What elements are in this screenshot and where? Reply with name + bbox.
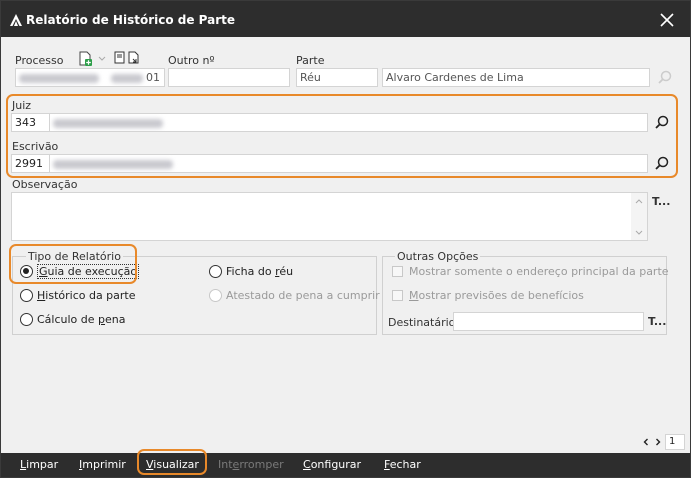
juiz-search-button[interactable] bbox=[653, 114, 671, 132]
juiz-label: Juiz bbox=[12, 99, 32, 112]
destinatario-text-button[interactable]: T... bbox=[648, 315, 666, 328]
close-icon bbox=[660, 13, 674, 27]
juiz-nome-field[interactable] bbox=[49, 113, 648, 132]
parte-tipo-field[interactable]: Réu bbox=[296, 68, 378, 87]
observacao-label: Observação bbox=[12, 178, 78, 191]
observacao-text-button[interactable]: T... bbox=[652, 195, 670, 208]
escrivao-label: Escrivão bbox=[12, 140, 59, 153]
escrivao-codigo-field[interactable]: 2991 bbox=[11, 154, 49, 173]
search-icon bbox=[655, 115, 669, 129]
checkbox-label-accel: M bbox=[409, 289, 419, 302]
escrivao-search-button[interactable] bbox=[653, 155, 671, 173]
button-label: isualizar bbox=[153, 458, 199, 471]
limpar-button[interactable]: Limpar bbox=[20, 458, 58, 471]
outro-label: Outro nº bbox=[168, 54, 215, 67]
button-label: Int bbox=[218, 458, 233, 471]
radio-label-accel: G bbox=[39, 265, 48, 278]
checkbox-icon bbox=[392, 290, 403, 301]
new-document-icon[interactable] bbox=[79, 51, 93, 66]
book-icon[interactable] bbox=[114, 51, 126, 64]
chevron-down-icon[interactable] bbox=[98, 56, 106, 62]
radio-label-accel: p bbox=[98, 313, 106, 326]
document-link-icon[interactable] bbox=[128, 51, 140, 64]
checkbox-label: ostrar previsões de benefícios bbox=[418, 289, 584, 302]
next-page-icon[interactable] bbox=[653, 437, 663, 447]
button-label-accel: C bbox=[303, 458, 311, 471]
radio-icon bbox=[20, 289, 33, 302]
radio-icon bbox=[209, 265, 222, 278]
checkbox-label: Mostrar somente o endereço principal da … bbox=[409, 265, 669, 278]
escrivao-nome-field[interactable] bbox=[49, 154, 648, 173]
prev-page-icon[interactable] bbox=[641, 437, 651, 447]
parte-label: Parte bbox=[296, 54, 325, 67]
radio-selected-icon bbox=[20, 265, 33, 278]
imprimir-button[interactable]: Imprimir bbox=[79, 458, 126, 471]
processo-field[interactable]: 01 bbox=[15, 68, 165, 87]
tipo-relatorio-legend: Tipo de Relatório bbox=[26, 250, 123, 263]
redacted-text bbox=[110, 73, 143, 83]
configurar-button[interactable]: Configurar bbox=[303, 458, 361, 471]
radio-label: istórico da parte bbox=[45, 289, 136, 302]
app-logo-icon bbox=[10, 14, 22, 26]
search-icon bbox=[655, 156, 669, 170]
close-button[interactable] bbox=[656, 9, 678, 31]
radio-icon bbox=[209, 289, 222, 302]
bottom-toolbar: Limpar Imprimir Visualizar Interromper C… bbox=[1, 453, 690, 477]
juiz-codigo-field[interactable]: 343 bbox=[11, 113, 49, 132]
scroll-down-icon[interactable] bbox=[632, 227, 646, 239]
radio-label: uia de execução bbox=[47, 265, 138, 278]
destinatario-field[interactable] bbox=[453, 312, 644, 331]
button-label: rromper bbox=[239, 458, 284, 471]
search-icon bbox=[658, 70, 672, 84]
button-label: impar bbox=[26, 458, 59, 471]
button-label: mprimir bbox=[82, 458, 126, 471]
page-number-field[interactable]: 1 bbox=[665, 434, 685, 450]
radio-icon bbox=[20, 313, 33, 326]
radio-label: Ficha do bbox=[226, 265, 276, 278]
title-bar: Relatório de Histórico de Parte bbox=[1, 1, 690, 37]
destinatario-label: Destinatário bbox=[388, 316, 456, 329]
redacted-text bbox=[53, 159, 173, 169]
window-title: Relatório de Histórico de Parte bbox=[26, 13, 236, 27]
parte-nome-field[interactable]: Alvaro Cardenes de Lima bbox=[382, 68, 650, 87]
outras-opcoes-legend: Outras Opções bbox=[395, 250, 481, 263]
interromper-button: Interromper bbox=[218, 458, 284, 471]
button-label: echar bbox=[389, 458, 421, 471]
radio-label: Atestado de pena a cumprir bbox=[226, 289, 380, 302]
checkbox-icon bbox=[392, 266, 403, 277]
redacted-text bbox=[19, 73, 99, 83]
observacao-scrollbar[interactable] bbox=[631, 193, 647, 240]
observacao-textarea[interactable] bbox=[11, 192, 648, 241]
button-label: onfigurar bbox=[310, 458, 362, 471]
outro-field[interactable] bbox=[168, 68, 290, 87]
scroll-up-icon[interactable] bbox=[632, 195, 646, 207]
processo-value-suffix: 01 bbox=[146, 71, 160, 84]
radio-label: éu bbox=[279, 265, 294, 278]
radio-label: ena bbox=[105, 313, 126, 326]
fechar-button[interactable]: Fechar bbox=[384, 458, 421, 471]
parte-search-button[interactable] bbox=[656, 69, 674, 87]
report-window: Relatório de Histórico de Parte Processo… bbox=[0, 0, 691, 478]
redacted-text bbox=[53, 118, 163, 128]
radio-label: Cálculo de bbox=[37, 313, 99, 326]
processo-label: Processo bbox=[15, 54, 64, 67]
visualizar-button[interactable]: Visualizar bbox=[146, 458, 199, 471]
